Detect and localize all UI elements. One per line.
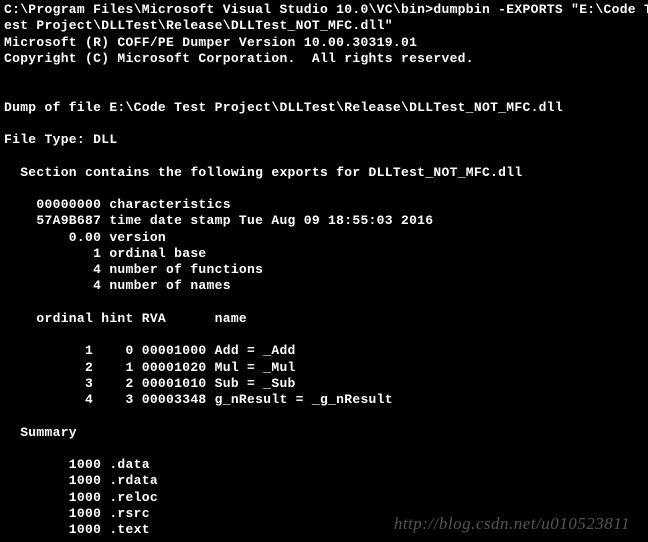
num-functions-line: 4 number of functions xyxy=(4,262,644,278)
exports-table-header: ordinal hint RVA name xyxy=(4,311,644,327)
blank-line xyxy=(4,408,644,424)
export-row: 1 0 00001000 Add = _Add xyxy=(4,343,644,359)
terminal-output[interactable]: C:\Program Files\Microsoft Visual Studio… xyxy=(4,2,644,538)
summary-row: 1000 .reloc xyxy=(4,490,644,506)
prompt-cwd: C:\Program Files\Microsoft Visual Studio… xyxy=(4,2,433,17)
product-line: Microsoft (R) COFF/PE Dumper Version 10.… xyxy=(4,35,644,51)
copyright-line: Copyright (C) Microsoft Corporation. All… xyxy=(4,51,644,67)
blank-line xyxy=(4,327,644,343)
cmd-part-1: dumpbin -EXPORTS "E:\Code T xyxy=(433,2,648,17)
dump-title: Dump of file E:\Code Test Project\DLLTes… xyxy=(4,100,644,116)
blank-line xyxy=(4,441,644,457)
cmd-line-2: est Project\DLLTest\Release\DLLTest_NOT_… xyxy=(4,18,644,34)
blank-line xyxy=(4,83,644,99)
summary-title: Summary xyxy=(4,425,644,441)
export-row: 3 2 00001010 Sub = _Sub xyxy=(4,376,644,392)
characteristics-line: 00000000 characteristics xyxy=(4,197,644,213)
export-row: 4 3 00003348 g_nResult = _g_nResult xyxy=(4,392,644,408)
num-names-line: 4 number of names xyxy=(4,278,644,294)
blank-line xyxy=(4,181,644,197)
exports-section-header: Section contains the following exports f… xyxy=(4,165,644,181)
watermark-text: http://blog.csdn.net/u010523811 xyxy=(394,513,630,534)
version-line: 0.00 version xyxy=(4,230,644,246)
ordinal-base-line: 1 ordinal base xyxy=(4,246,644,262)
file-type: File Type: DLL xyxy=(4,132,644,148)
blank-line xyxy=(4,116,644,132)
blank-line xyxy=(4,148,644,164)
cmd-line-1: C:\Program Files\Microsoft Visual Studio… xyxy=(4,2,644,18)
export-row: 2 1 00001020 Mul = _Mul xyxy=(4,360,644,376)
timestamp-line: 57A9B687 time date stamp Tue Aug 09 18:5… xyxy=(4,213,644,229)
blank-line xyxy=(4,295,644,311)
summary-row: 1000 .data xyxy=(4,457,644,473)
summary-row: 1000 .rdata xyxy=(4,473,644,489)
blank-line xyxy=(4,67,644,83)
